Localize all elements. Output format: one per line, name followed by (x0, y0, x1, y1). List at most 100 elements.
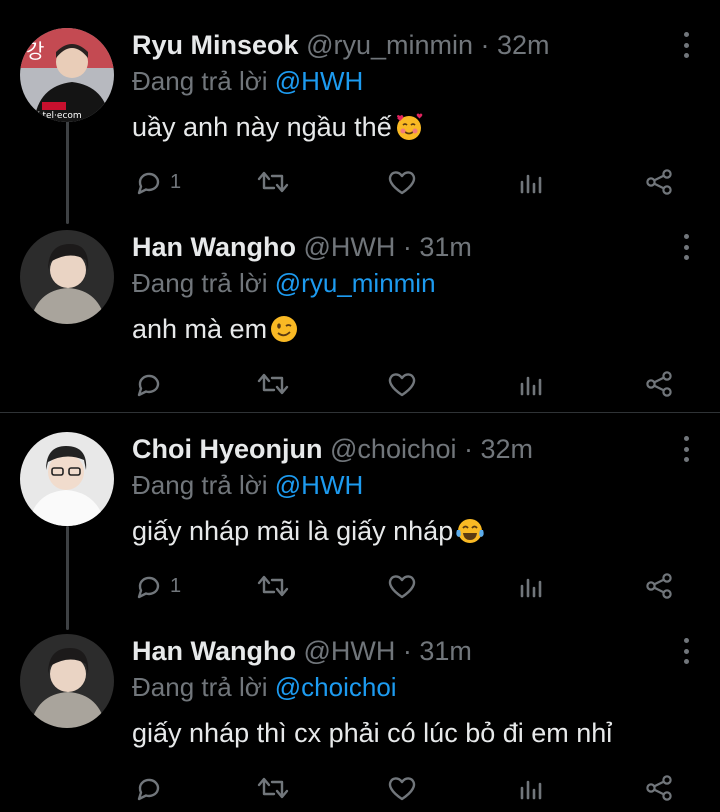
replying-to-label: Đang trả lời (132, 268, 275, 298)
share-icon (646, 169, 672, 195)
svg-text:SK tel·ecom: SK tel·ecom (28, 111, 82, 121)
display-name[interactable]: Han Wangho (132, 636, 296, 666)
views-button[interactable] (518, 166, 544, 198)
replying-to: Đang trả lời @choichoi (132, 670, 700, 704)
avatar[interactable] (20, 634, 114, 728)
reply-icon (137, 172, 160, 195)
action-bar: 1 (132, 166, 692, 198)
mention-link[interactable]: @HWH (275, 66, 364, 96)
tweet-text: anh mà em (132, 312, 660, 346)
avatar[interactable]: 강 SK tel·ecom (20, 28, 114, 122)
reply-button[interactable] (134, 368, 170, 400)
share-icon (646, 775, 672, 801)
replying-to: Đang trả lời @ryu_minmin (132, 266, 660, 300)
display-name[interactable]: Ryu Minseok (132, 30, 299, 60)
action-bar: 1 (132, 570, 692, 602)
reply-icon (137, 576, 160, 599)
action-bar (132, 772, 692, 804)
views-button[interactable] (518, 772, 544, 804)
tweet-header: Han Wangho @HWH · 31m (132, 230, 660, 264)
retweet-button[interactable] (256, 368, 290, 400)
replying-to-label: Đang trả lời (132, 66, 275, 96)
mention-link[interactable]: @choichoi (275, 672, 397, 702)
like-icon (388, 575, 416, 599)
tweet-header: Han Wangho @HWH · 31m (132, 634, 700, 668)
views-icon (520, 376, 542, 396)
like-button[interactable] (386, 570, 418, 602)
retweet-icon (257, 777, 289, 799)
more-icon[interactable] (682, 234, 690, 260)
retweet-button[interactable] (256, 166, 290, 198)
tweet-text: giấy nháp mãi là giấy nháp (132, 514, 660, 548)
replying-to-label: Đang trả lời (132, 672, 275, 702)
tweet-header: Ryu Minseok @ryu_minmin · 32m (132, 28, 660, 62)
user-handle[interactable]: @choichoi (330, 434, 456, 464)
views-button[interactable] (518, 570, 544, 602)
share-button[interactable] (644, 570, 674, 602)
retweet-button[interactable] (256, 570, 290, 602)
tweet[interactable]: 강 SK tel·ecom Ryu Minseok @ryu_minmin · … (0, 28, 720, 208)
like-button[interactable] (386, 166, 418, 198)
more-icon[interactable] (682, 638, 690, 664)
tweet-text-content: anh mà em (132, 314, 268, 344)
retweet-icon (257, 373, 289, 395)
more-icon[interactable] (682, 32, 690, 58)
reply-icon (137, 778, 160, 801)
reply-count: 1 (170, 170, 182, 193)
like-icon (388, 777, 416, 801)
views-icon (520, 578, 542, 598)
tweet-text-content: giấy nháp thì cx phải có lúc bỏ đi em nh… (132, 718, 613, 748)
retweet-button[interactable] (256, 772, 290, 804)
action-bar (132, 368, 692, 400)
reply-icon (137, 374, 160, 397)
svg-text:강: 강 (26, 39, 44, 63)
avatar[interactable] (20, 230, 114, 324)
timestamp[interactable]: · 31m (403, 232, 472, 262)
display-name[interactable]: Choi Hyeonjun (132, 434, 323, 464)
user-handle[interactable]: @HWH (304, 232, 396, 262)
views-icon (520, 174, 542, 194)
tweet[interactable]: Choi Hyeonjun @choichoi · 32m Đang trả l… (0, 432, 720, 612)
views-button[interactable] (518, 368, 544, 400)
face-with-tears-of-joy-icon (455, 516, 485, 546)
tweet[interactable]: Han Wangho @HWH · 31m Đang trả lời @choi… (0, 634, 720, 812)
tweet-text: giấy nháp thì cx phải có lúc bỏ đi em nh… (132, 716, 700, 750)
user-handle[interactable]: @ryu_minmin (306, 30, 473, 60)
like-icon (388, 171, 416, 195)
tweet-header: Choi Hyeonjun @choichoi · 32m (132, 432, 660, 466)
reply-count: 1 (170, 574, 182, 597)
winking-face-icon (269, 314, 299, 344)
replying-to-label: Đang trả lời (132, 470, 275, 500)
share-icon (646, 371, 672, 397)
tweet-text-content: giấy nháp mãi là giấy nháp (132, 516, 454, 546)
user-handle[interactable]: @HWH (304, 636, 396, 666)
conversation-divider (0, 412, 720, 413)
reply-button[interactable] (134, 772, 170, 804)
replying-to: Đang trả lời @HWH (132, 64, 660, 98)
tweet-text-content: uầy anh này ngầu thế (132, 112, 392, 142)
share-button[interactable] (644, 166, 674, 198)
share-button[interactable] (644, 772, 674, 804)
display-name[interactable]: Han Wangho (132, 232, 296, 262)
timestamp[interactable]: · 32m (481, 30, 550, 60)
views-icon (520, 780, 542, 800)
share-icon (646, 573, 672, 599)
smiling-face-with-hearts-icon (394, 112, 424, 142)
timestamp[interactable]: · 32m (464, 434, 533, 464)
reply-button[interactable]: 1 (134, 570, 181, 602)
more-icon[interactable] (682, 436, 690, 462)
mention-link[interactable]: @HWH (275, 470, 364, 500)
reply-button[interactable]: 1 (134, 166, 181, 198)
like-icon (388, 373, 416, 397)
retweet-icon (257, 171, 289, 193)
tweet-text: uầy anh này ngầu thế (132, 110, 660, 144)
replying-to: Đang trả lời @HWH (132, 468, 660, 502)
mention-link[interactable]: @ryu_minmin (275, 268, 436, 298)
retweet-icon (257, 575, 289, 597)
tweet[interactable]: Han Wangho @HWH · 31m Đang trả lời @ryu_… (0, 230, 720, 410)
avatar[interactable] (20, 432, 114, 526)
share-button[interactable] (644, 368, 674, 400)
timestamp[interactable]: · 31m (403, 636, 472, 666)
like-button[interactable] (386, 772, 418, 804)
like-button[interactable] (386, 368, 418, 400)
